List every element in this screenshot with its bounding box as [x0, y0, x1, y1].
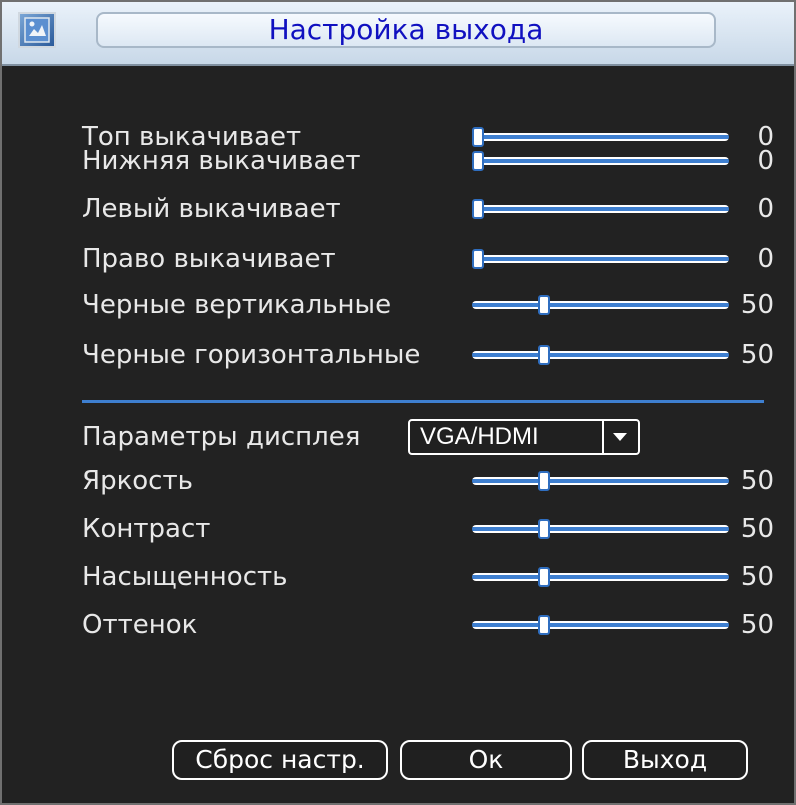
slider-thumb[interactable]	[538, 295, 551, 315]
slider-thumb[interactable]	[538, 345, 551, 365]
exit-button[interactable]: Выход	[582, 740, 748, 780]
slider-value: 50	[740, 562, 774, 592]
bottom-crop-slider[interactable]	[472, 151, 729, 171]
slider-row-hue: Оттенок 50	[2, 605, 794, 645]
right-crop-slider[interactable]	[472, 249, 729, 269]
left-crop-slider[interactable]	[472, 199, 729, 219]
slider-track	[472, 301, 729, 309]
slider-track	[472, 525, 729, 533]
slider-label: Черные горизонтальные	[82, 340, 421, 370]
dropdown-button[interactable]	[602, 421, 638, 453]
hue-slider[interactable]	[472, 615, 729, 635]
slider-value: 50	[740, 514, 774, 544]
slider-track	[472, 205, 729, 213]
saturation-slider[interactable]	[472, 567, 729, 587]
section-divider	[82, 400, 764, 403]
slider-row-black-vertical: Черные вертикальные 50	[2, 285, 794, 325]
slider-value: 50	[740, 466, 774, 496]
ok-button[interactable]: Ок	[400, 740, 572, 780]
slider-label: Левый выкачивает	[82, 194, 341, 224]
slider-track	[472, 573, 729, 581]
reset-button[interactable]: Сброс настр.	[172, 740, 388, 780]
display-params-select[interactable]: VGA/HDMI	[408, 419, 640, 455]
black-horizontal-slider[interactable]	[472, 345, 729, 365]
slider-row-bottom-crop: Нижняя выкачивает 0	[2, 141, 794, 181]
slider-track	[472, 157, 729, 165]
slider-value: 50	[740, 290, 774, 320]
display-params-value: VGA/HDMI	[420, 423, 539, 450]
slider-track	[472, 351, 729, 359]
brightness-slider[interactable]	[472, 471, 729, 491]
slider-value: 0	[757, 146, 774, 176]
slider-label: Насыщенность	[82, 562, 288, 592]
chevron-down-icon	[613, 433, 627, 441]
display-params-label: Параметры дисплея	[82, 422, 361, 452]
slider-thumb[interactable]	[472, 151, 484, 171]
black-vertical-slider[interactable]	[472, 295, 729, 315]
slider-row-right-crop: Право выкачивает 0	[2, 239, 794, 279]
display-params-row: Параметры дисплея VGA/HDMI	[2, 415, 794, 459]
slider-thumb[interactable]	[538, 615, 551, 635]
title-bar: Настройка выхода	[2, 2, 794, 66]
slider-value: 50	[740, 340, 774, 370]
window-app-icon	[18, 12, 56, 48]
slider-value: 50	[740, 610, 774, 640]
contrast-slider[interactable]	[472, 519, 729, 539]
output-settings-dialog: Настройка выхода Топ выкачивает 0 Нижняя…	[0, 0, 796, 805]
slider-row-contrast: Контраст 50	[2, 509, 794, 549]
slider-thumb[interactable]	[472, 249, 484, 269]
slider-label: Контраст	[82, 514, 211, 544]
slider-track	[472, 477, 729, 485]
slider-thumb[interactable]	[538, 567, 551, 587]
slider-label: Черные вертикальные	[82, 290, 392, 320]
slider-row-saturation: Насыщенность 50	[2, 557, 794, 597]
slider-row-brightness: Яркость 50	[2, 461, 794, 501]
slider-value: 0	[757, 194, 774, 224]
window-title: Настройка выхода	[96, 12, 716, 48]
slider-thumb[interactable]	[472, 199, 484, 219]
slider-track	[472, 133, 729, 141]
slider-track	[472, 255, 729, 263]
slider-label: Право выкачивает	[82, 244, 336, 274]
slider-thumb[interactable]	[538, 519, 551, 539]
slider-value: 0	[757, 244, 774, 274]
slider-label: Яркость	[82, 466, 193, 496]
slider-label: Оттенок	[82, 610, 198, 640]
slider-thumb[interactable]	[538, 471, 551, 491]
slider-label: Нижняя выкачивает	[82, 146, 361, 176]
slider-row-left-crop: Левый выкачивает 0	[2, 189, 794, 229]
slider-row-black-horizontal: Черные горизонтальные 50	[2, 335, 794, 375]
slider-track	[472, 621, 729, 629]
